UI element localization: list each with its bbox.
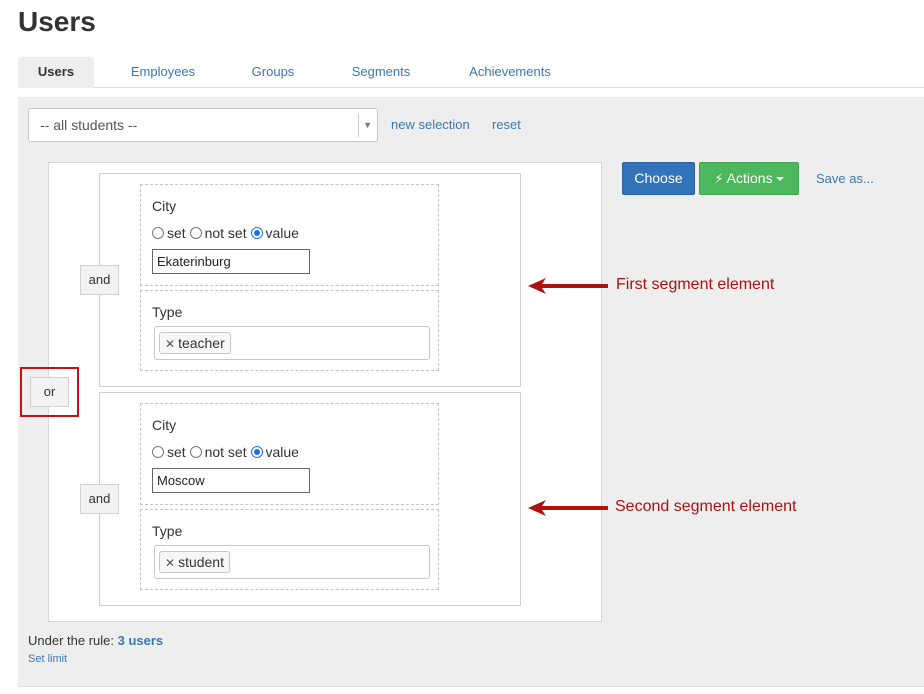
lightning-icon: ⚡ <box>714 171 724 186</box>
radio-not-set-label: not set <box>204 444 247 460</box>
radio-not-set[interactable] <box>189 227 202 239</box>
and-operator-1[interactable]: and <box>80 265 119 295</box>
radio-set[interactable] <box>152 227 164 239</box>
type-tag-label: teacher <box>178 335 225 351</box>
radio-set[interactable] <box>152 446 164 458</box>
actions-button-label: Actions <box>726 170 773 186</box>
selection-dropdown-value: -- all students -- <box>40 117 138 133</box>
city-label: City <box>152 417 177 433</box>
dropdown-divider <box>358 113 359 137</box>
type-tag: ✕ teacher <box>159 332 231 354</box>
segment-2-city-field: City set not set value Moscow <box>140 403 439 505</box>
chevron-down-icon[interactable]: ▼ <box>363 109 372 141</box>
annotation-first-segment: First segment element <box>616 276 775 293</box>
tab-groups[interactable]: Groups <box>240 57 306 88</box>
tab-achievements[interactable]: Achievements <box>456 57 564 88</box>
city-radio-group: set not set value <box>152 444 299 460</box>
type-tag: ✕ student <box>159 551 230 573</box>
actions-button[interactable]: ⚡ Actions <box>699 162 799 195</box>
segment-1-type-field: Type ✕ teacher <box>140 290 439 371</box>
under-rule-label: Under the rule: <box>28 633 114 648</box>
choose-button[interactable]: Choose <box>622 162 695 195</box>
reset-link[interactable]: reset <box>492 117 521 132</box>
users-count-link[interactable]: 3 users <box>118 633 164 648</box>
segment-2-type-field: Type ✕ student <box>140 509 439 590</box>
arrow-left-icon <box>528 500 608 516</box>
city-radio-group: set not set value <box>152 225 299 241</box>
tab-users[interactable]: Users <box>18 57 94 88</box>
type-tag-label: student <box>178 554 224 570</box>
type-tag-input[interactable]: ✕ teacher <box>154 326 430 360</box>
radio-set-label: set <box>167 225 186 241</box>
and-operator-2[interactable]: and <box>80 484 119 514</box>
rule-summary: Under the rule: 3 users <box>28 633 163 648</box>
radio-set-label: set <box>167 444 186 460</box>
radio-value-label: value <box>265 225 299 241</box>
or-operator[interactable]: or <box>30 377 69 407</box>
segment-1-city-field: City set not set value Ekaterinburg <box>140 184 439 286</box>
remove-tag-icon[interactable]: ✕ <box>165 556 175 570</box>
type-label: Type <box>152 304 183 320</box>
caret-down-icon <box>775 177 784 181</box>
tab-employees[interactable]: Employees <box>118 57 208 88</box>
radio-value-label: value <box>265 444 299 460</box>
radio-value[interactable] <box>250 227 263 239</box>
tab-segments[interactable]: Segments <box>340 57 422 88</box>
save-as-link[interactable]: Save as... <box>816 171 874 186</box>
city-value-input[interactable]: Moscow <box>152 468 310 493</box>
annotation-second-segment: Second segment element <box>615 498 797 515</box>
radio-not-set-label: not set <box>204 225 247 241</box>
city-value-input[interactable]: Ekaterinburg <box>152 249 310 274</box>
type-label: Type <box>152 523 183 539</box>
page-title: Users <box>18 6 96 37</box>
selection-dropdown[interactable]: -- all students -- ▼ <box>28 108 378 142</box>
radio-not-set[interactable] <box>189 446 202 458</box>
arrow-left-icon <box>528 278 608 294</box>
city-label: City <box>152 198 177 214</box>
radio-value[interactable] <box>250 446 263 458</box>
type-tag-input[interactable]: ✕ student <box>154 545 430 579</box>
tab-bar: Users Employees Groups Segments Achievem… <box>18 57 924 88</box>
set-limit-link[interactable]: Set limit <box>28 653 67 665</box>
remove-tag-icon[interactable]: ✕ <box>165 337 175 351</box>
new-selection-link[interactable]: new selection <box>391 117 470 132</box>
